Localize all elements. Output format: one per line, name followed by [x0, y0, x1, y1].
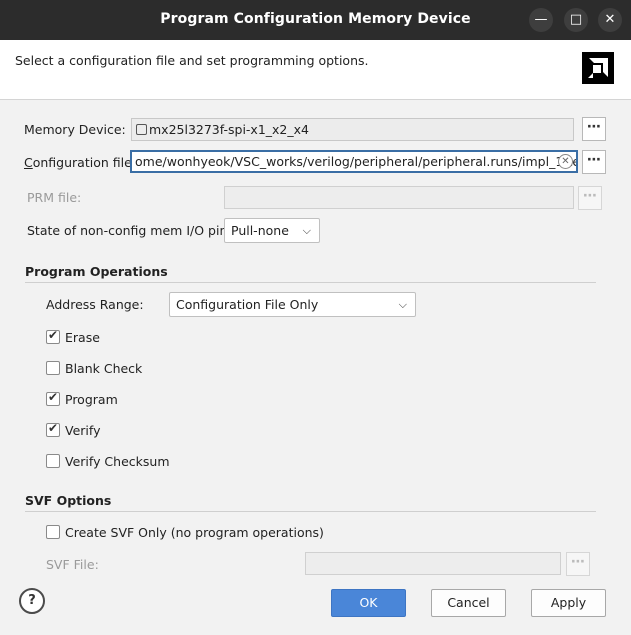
maximize-icon[interactable]: □ — [564, 8, 588, 32]
option-checkbox-verify[interactable]: ✔ — [46, 421, 60, 437]
clear-icon[interactable]: ✕ — [558, 154, 573, 169]
option-label: Verify Checksum — [65, 454, 170, 469]
help-icon[interactable]: ? — [19, 588, 45, 614]
create-svf-checkbox[interactable] — [46, 525, 60, 539]
apply-button[interactable]: Apply — [531, 589, 606, 617]
option-checkbox-blank-check[interactable] — [46, 361, 60, 375]
amd-logo-icon — [582, 52, 614, 84]
address-range-value: Configuration File Only — [176, 297, 319, 312]
section-divider — [25, 282, 596, 283]
program-operations-title: Program Operations — [25, 264, 168, 279]
memory-device-label: Memory Device: — [24, 122, 126, 137]
option-checkbox-program[interactable]: ✔ — [46, 390, 60, 406]
minimize-icon[interactable]: — — [529, 8, 553, 32]
svf-options-title: SVF Options — [25, 493, 112, 508]
dialog-header: Select a configuration file and set prog… — [0, 40, 631, 100]
svf-file-label: SVF File: — [46, 557, 99, 572]
section-divider — [25, 511, 596, 512]
close-icon[interactable]: ✕ — [598, 8, 622, 32]
memory-device-value: mx25l3273f-spi-x1_x2_x4 — [149, 122, 309, 137]
state-pins-select[interactable]: Pull-none ⌵ — [224, 218, 320, 243]
cancel-button[interactable]: Cancel — [431, 589, 506, 617]
prm-file-label: PRM file: — [27, 190, 82, 205]
config-file-label: Configuration file: — [24, 155, 136, 170]
state-pins-label: State of non-config mem I/O pins: — [27, 223, 239, 238]
chip-icon — [136, 124, 147, 135]
checkmark-icon: ✔ — [48, 421, 59, 435]
option-label: Program — [65, 392, 118, 407]
header-description: Select a configuration file and set prog… — [15, 53, 369, 68]
chevron-down-icon: ⌵ — [302, 224, 311, 237]
create-svf-label: Create SVF Only (no program operations) — [65, 525, 324, 540]
config-file-value: ome/wonhyeok/VSC_works/verilog/periphera… — [135, 154, 578, 169]
prm-file-browse-button: ⋯ — [578, 186, 602, 210]
checkmark-icon: ✔ — [48, 390, 59, 404]
config-file-browse-button[interactable]: ⋯ — [582, 150, 606, 174]
option-label: Blank Check — [65, 361, 143, 376]
state-pins-value: Pull-none — [231, 223, 289, 238]
title-bar: Program Configuration Memory Device — □ … — [0, 0, 631, 40]
option-checkbox-verify-checksum[interactable] — [46, 454, 60, 468]
option-label: Verify — [65, 423, 101, 438]
option-checkbox-erase[interactable]: ✔ — [46, 328, 60, 344]
memory-device-browse-button[interactable]: ⋯ — [582, 117, 606, 141]
svf-file-input — [305, 552, 561, 575]
ok-button[interactable]: OK — [331, 589, 406, 617]
memory-device-field: mx25l3273f-spi-x1_x2_x4 — [131, 118, 574, 141]
option-label: Erase — [65, 330, 100, 345]
config-file-label-text: onfiguration file: — [32, 155, 136, 170]
prm-file-input — [224, 186, 574, 209]
chevron-down-icon: ⌵ — [398, 298, 407, 311]
svf-file-browse-button: ⋯ — [566, 552, 590, 576]
checkmark-icon: ✔ — [48, 328, 59, 342]
config-file-input[interactable]: ome/wonhyeok/VSC_works/verilog/periphera… — [130, 150, 578, 173]
address-range-select[interactable]: Configuration File Only ⌵ — [169, 292, 416, 317]
address-range-label: Address Range: — [46, 297, 144, 312]
